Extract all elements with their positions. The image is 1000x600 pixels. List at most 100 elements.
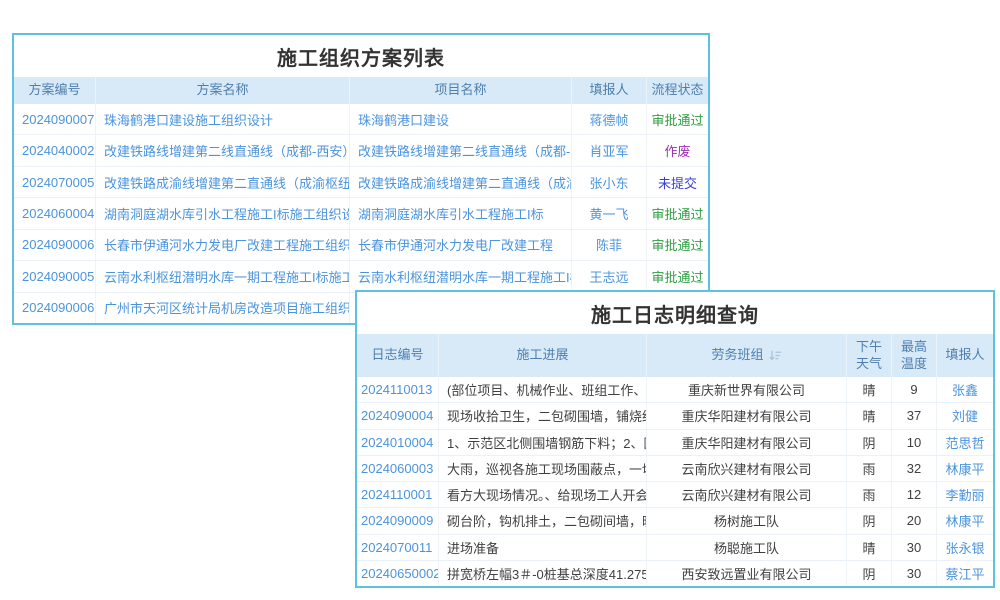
reporter-link[interactable]: 林康平 [937, 508, 993, 533]
table-row[interactable]: 2024090004 现场收拾卫生，二包砌围墙，铺烧结砖，... 重庆华阳建材有… [357, 403, 993, 429]
table-row[interactable]: 2024060003 大雨，巡视各施工现场围蔽点，一切正常... 云南欣兴建材有… [357, 456, 993, 482]
table-row[interactable]: 2024070011 进场准备 杨聪施工队 晴 30 张永银 [357, 535, 993, 561]
team-name: 云南欣兴建材有限公司 [647, 456, 847, 481]
reporter-link[interactable]: 肖亚军 [572, 135, 647, 165]
plan-name-link[interactable]: 广州市天河区统计局机房改造项目施工组织设计 [96, 293, 350, 323]
log-id-link[interactable]: 2024110001 [357, 482, 439, 507]
sort-icon[interactable] [769, 349, 782, 362]
log-id-link[interactable]: 2024070011 [357, 535, 439, 560]
table-row[interactable]: 2024010004 1、示范区北侧围墙钢筋下料；2、围墙地... 重庆华阳建材… [357, 430, 993, 456]
table-row[interactable]: 2024070005 改建铁路成渝线增建第二直通线（成渝枢纽）... 改建铁路成… [14, 167, 708, 198]
plan-name-link[interactable]: 改建铁路线增建第二线直通线（成都-西安）... [96, 135, 350, 165]
column-header-team[interactable]: 劳务班组 [647, 334, 847, 377]
reporter-link[interactable]: 王志远 [572, 261, 647, 291]
project-name-link[interactable]: 改建铁路成渝线增建第二直通线（成渝枢... [350, 167, 572, 197]
column-header-log-id: 日志编号 [357, 334, 439, 377]
reporter-link[interactable]: 陈菲 [572, 230, 647, 260]
temp-value: 10 [892, 430, 937, 455]
project-name-link[interactable]: 珠海鹤港口建设 [350, 104, 572, 134]
reporter-link[interactable]: 林康平 [937, 456, 993, 481]
weather-value: 晴 [847, 403, 892, 428]
log-id-link[interactable]: 2024010004 [357, 430, 439, 455]
plan-name-link[interactable]: 云南水利枢纽潜明水库一期工程施工I标施工组... [96, 261, 350, 291]
progress-text: 砌台阶，钩机排土，二包砌间墙，晚间加... [439, 508, 647, 533]
log-id-link[interactable]: 2024090004 [357, 403, 439, 428]
temp-value: 12 [892, 482, 937, 507]
plan-id-link[interactable]: 2024090006 [14, 293, 96, 323]
team-name: 西安致远置业有限公司 [647, 561, 847, 586]
plan-name-link[interactable]: 改建铁路成渝线增建第二直通线（成渝枢纽）... [96, 167, 350, 197]
project-name-link[interactable]: 湖南洞庭湖水库引水工程施工I标 [350, 198, 572, 228]
status-badge: 审批通过 [647, 230, 708, 260]
temp-value: 9 [892, 377, 937, 402]
log-id-link[interactable]: 2024090009 [357, 508, 439, 533]
reporter-link[interactable]: 蒋德帧 [572, 104, 647, 134]
log-panel-title: 施工日志明细查询 [357, 292, 993, 334]
table-row[interactable]: 2024060004 湖南洞庭湖水库引水工程施工I标施工组织设计 湖南洞庭湖水库… [14, 198, 708, 229]
table-row[interactable]: 2024090009 砌台阶，钩机排土，二包砌间墙，晚间加... 杨树施工队 阴… [357, 508, 993, 534]
table-row[interactable]: 2024090007 珠海鹤港口建设施工组织设计 珠海鹤港口建设 蒋德帧 审批通… [14, 104, 708, 135]
progress-text: (部位项目、机械作业、班组工作、生产... [439, 377, 647, 402]
reporter-link[interactable]: 张小东 [572, 167, 647, 197]
plan-name-link[interactable]: 长春市伊通河水力发电厂改建工程施工组织设计 [96, 230, 350, 260]
plan-id-link[interactable]: 2024070005 [14, 167, 96, 197]
table-row[interactable]: 20240650002 拼宽桥左幅3＃-0桩基总深度41.275.今日进... … [357, 561, 993, 586]
team-name: 重庆华阳建材有限公司 [647, 430, 847, 455]
progress-text: 1、示范区北侧围墙钢筋下料；2、围墙地... [439, 430, 647, 455]
project-name-link[interactable]: 长春市伊通河水力发电厂改建工程 [350, 230, 572, 260]
weather-value: 阴 [847, 508, 892, 533]
reporter-link[interactable]: 张鑫 [937, 377, 993, 402]
team-name: 杨聪施工队 [647, 535, 847, 560]
weather-value: 阴 [847, 561, 892, 586]
log-id-link[interactable]: 2024110013 [357, 377, 439, 402]
reporter-link[interactable]: 黄一飞 [572, 198, 647, 228]
plan-list-panel: 施工组织方案列表 方案编号 方案名称 项目名称 填报人 流程状态 2024090… [12, 33, 710, 325]
column-header-status: 流程状态 [647, 77, 708, 104]
table-row[interactable]: 2024090006 长春市伊通河水力发电厂改建工程施工组织设计 长春市伊通河水… [14, 230, 708, 261]
plan-panel-title: 施工组织方案列表 [14, 35, 708, 77]
column-header-plan-id: 方案编号 [14, 77, 96, 104]
table-row[interactable]: 2024040002 改建铁路线增建第二线直通线（成都-西安）... 改建铁路线… [14, 135, 708, 166]
progress-text: 现场收拾卫生，二包砌围墙，铺烧结砖，... [439, 403, 647, 428]
team-name: 云南欣兴建材有限公司 [647, 482, 847, 507]
reporter-link[interactable]: 张永银 [937, 535, 993, 560]
reporter-link[interactable]: 范思哲 [937, 430, 993, 455]
plan-id-link[interactable]: 2024090007 [14, 104, 96, 134]
status-badge: 审批通过 [647, 261, 708, 291]
plan-id-link[interactable]: 2024090006 [14, 230, 96, 260]
team-name: 重庆新世界有限公司 [647, 377, 847, 402]
weather-value: 阴 [847, 430, 892, 455]
plan-name-link[interactable]: 湖南洞庭湖水库引水工程施工I标施工组织设计 [96, 198, 350, 228]
plan-id-link[interactable]: 2024090005 [14, 261, 96, 291]
progress-text: 看方大现场情况。、给现场工人开会，整... [439, 482, 647, 507]
table-row[interactable]: 2024110013 (部位项目、机械作业、班组工作、生产... 重庆新世界有限… [357, 377, 993, 403]
temp-value: 20 [892, 508, 937, 533]
status-badge: 审批通过 [647, 198, 708, 228]
log-table-header: 日志编号 施工进展 劳务班组 下午天气 最高温度 填报人 [357, 334, 993, 377]
plan-table-header: 方案编号 方案名称 项目名称 填报人 流程状态 [14, 77, 708, 104]
project-name-link[interactable]: 云南水利枢纽潜明水库一期工程施工I标 [350, 261, 572, 291]
table-row[interactable]: 2024090005 云南水利枢纽潜明水库一期工程施工I标施工组... 云南水利… [14, 261, 708, 292]
temp-value: 32 [892, 456, 937, 481]
log-table-body: 2024110013 (部位项目、机械作业、班组工作、生产... 重庆新世界有限… [357, 377, 993, 586]
reporter-link[interactable]: 李勤丽 [937, 482, 993, 507]
column-header-team-label: 劳务班组 [711, 347, 763, 363]
progress-text: 进场准备 [439, 535, 647, 560]
project-name-link[interactable]: 改建铁路线增建第二线直通线（成都-西安... [350, 135, 572, 165]
reporter-link[interactable]: 刘健 [937, 403, 993, 428]
weather-value: 晴 [847, 535, 892, 560]
table-row[interactable]: 2024110001 看方大现场情况。、给现场工人开会，整... 云南欣兴建材有… [357, 482, 993, 508]
column-header-project-name: 项目名称 [350, 77, 572, 104]
plan-name-link[interactable]: 珠海鹤港口建设施工组织设计 [96, 104, 350, 134]
log-id-link[interactable]: 2024060003 [357, 456, 439, 481]
log-id-link[interactable]: 20240650002 [357, 561, 439, 586]
temp-value: 37 [892, 403, 937, 428]
plan-id-link[interactable]: 2024060004 [14, 198, 96, 228]
reporter-link[interactable]: 蔡江平 [937, 561, 993, 586]
temp-value: 30 [892, 561, 937, 586]
temp-value: 30 [892, 535, 937, 560]
progress-text: 拼宽桥左幅3＃-0桩基总深度41.275.今日进... [439, 561, 647, 586]
plan-id-link[interactable]: 2024040002 [14, 135, 96, 165]
column-header-progress: 施工进展 [439, 334, 647, 377]
column-header-weather: 下午天气 [847, 334, 892, 377]
